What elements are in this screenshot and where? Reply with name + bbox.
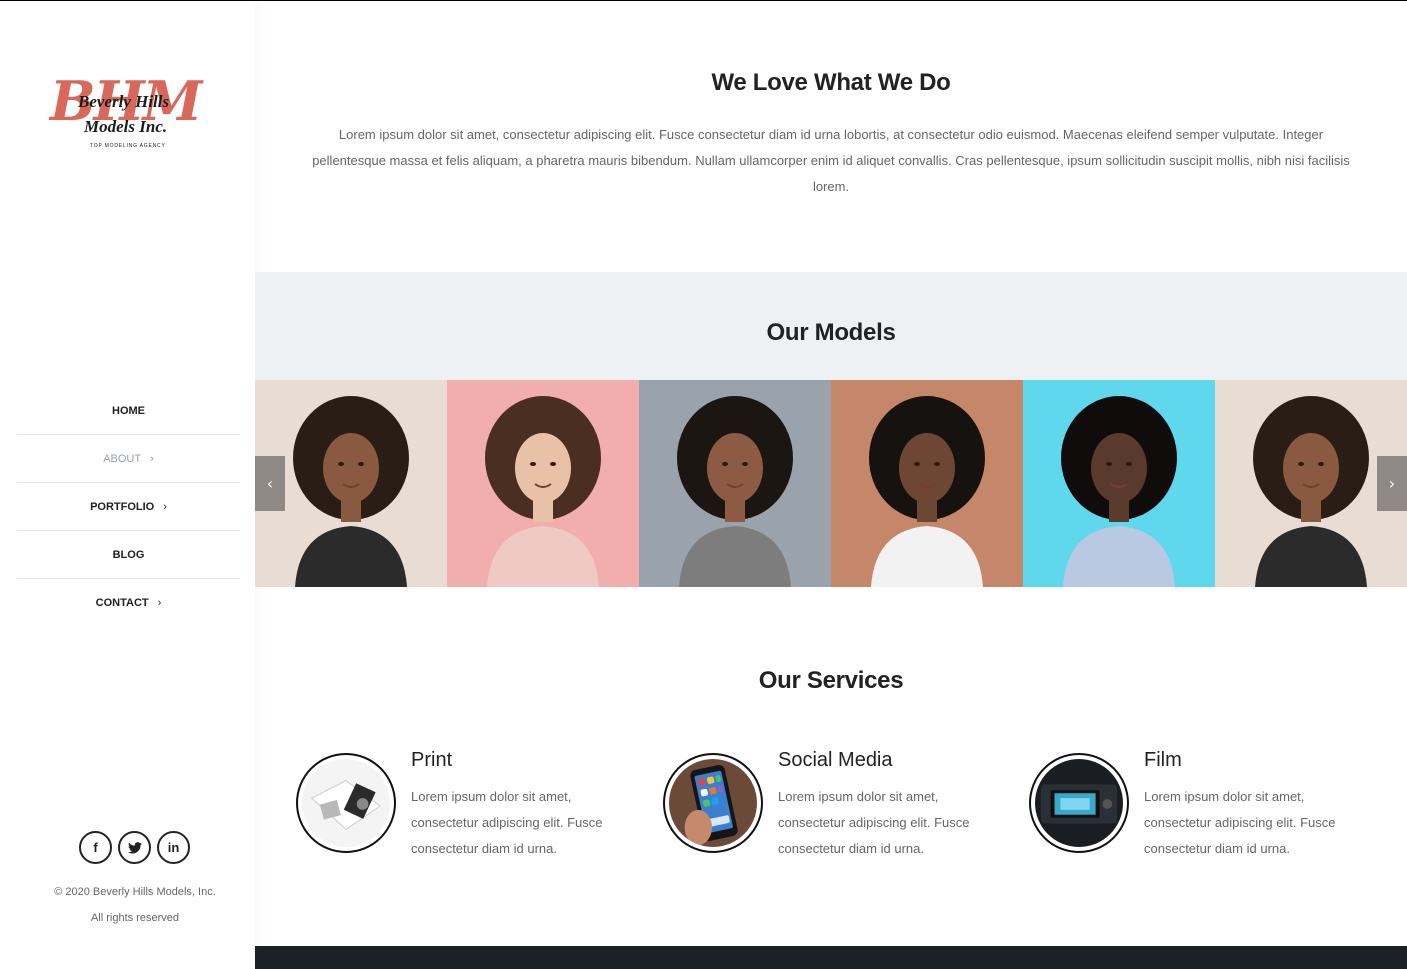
social-media-icon[interactable] <box>663 753 763 853</box>
nav-item-label: HOME <box>112 404 145 417</box>
services-title: Our Services <box>758 667 904 694</box>
nav-item-label: ABOUT <box>103 452 142 465</box>
nav-item-label: BLOG <box>112 548 145 561</box>
print-icon[interactable] <box>296 753 396 853</box>
nav-item-contact[interactable]: CONTACT › <box>17 579 240 627</box>
film-thumbnail <box>1035 759 1123 847</box>
intro-body: Lorem ipsum dolor sit amet, consectetur … <box>312 127 1350 194</box>
logo-line-1: Beverly Hills <box>78 92 170 111</box>
service-description: Lorem ipsum dolor sit amet, consectetur … <box>411 789 603 856</box>
twitter-bird-glyph <box>127 841 142 853</box>
linkedin-icon[interactable]: in <box>157 831 190 864</box>
print-thumbnail <box>302 759 390 847</box>
models-title: Our Models <box>766 319 896 346</box>
brand-logo[interactable]: BHM Beverly Hills Models Inc. TOP MODELI… <box>48 71 212 153</box>
twitter-icon[interactable] <box>118 831 151 864</box>
models-carousel[interactable] <box>255 380 1407 587</box>
models-section-header: Our Models <box>255 272 1407 380</box>
carousel-next-button[interactable]: › <box>1377 456 1407 511</box>
service-description: Lorem ipsum dolor sit amet, consectetur … <box>778 789 970 856</box>
service-name: Print <box>411 749 453 771</box>
nav-item-blog[interactable]: BLOG <box>17 531 240 579</box>
model-photo[interactable] <box>639 380 831 587</box>
sidebar: BHM Beverly Hills Models Inc. TOP MODELI… <box>0 1 255 969</box>
service-name: Social Media <box>778 749 893 771</box>
service-description: Lorem ipsum dolor sit amet, consectetur … <box>1144 789 1336 856</box>
model-portrait <box>831 380 1023 587</box>
logo-tagline: TOP MODELING AGENCY <box>90 143 166 149</box>
facebook-icon[interactable]: f <box>79 831 112 864</box>
service-name: Film <box>1144 749 1182 771</box>
service-social-media: Social Media Lorem ipsum dolor sit amet,… <box>663 749 1003 863</box>
model-portrait <box>447 380 639 587</box>
carousel-prev-button[interactable]: ‹ <box>255 456 285 511</box>
main-content: We Love What We Do Lorem ipsum dolor sit… <box>255 1 1407 969</box>
nav-item-label: CONTACT <box>95 597 149 609</box>
service-film: Film Lorem ipsum dolor sit amet, consect… <box>1029 749 1369 863</box>
film-camera-icon[interactable] <box>1029 753 1129 853</box>
model-portrait <box>1023 380 1215 587</box>
chevron-right-icon: › <box>150 452 154 465</box>
chevron-right-icon: › <box>157 597 162 609</box>
intro-title: We Love What We Do <box>711 69 951 96</box>
nav-item-about[interactable]: ABOUT › <box>17 435 240 483</box>
social-links: f in <box>79 831 190 864</box>
nav-item-home[interactable]: HOME <box>17 387 240 435</box>
model-photo[interactable] <box>447 380 639 587</box>
logo-line-2: Models Inc. <box>84 117 168 136</box>
model-portrait <box>639 380 831 587</box>
model-photo[interactable] <box>831 380 1023 587</box>
main-nav: HOME ABOUT › PORTFOLIO › BLOG CONTACT › <box>17 387 240 627</box>
social-media-thumbnail <box>669 759 757 847</box>
nav-item-label: PORTFOLIO <box>90 500 155 513</box>
nav-item-portfolio[interactable]: PORTFOLIO › <box>17 483 240 531</box>
model-photo[interactable] <box>1023 380 1215 587</box>
chevron-right-icon: › <box>163 500 167 513</box>
footer-bar <box>255 946 1407 969</box>
copyright-text: © 2020 Beverly Hills Models, Inc. <box>54 886 216 898</box>
rights-text: All rights reserved <box>90 912 180 924</box>
service-print: Print Lorem ipsum dolor sit amet, consec… <box>296 749 636 863</box>
